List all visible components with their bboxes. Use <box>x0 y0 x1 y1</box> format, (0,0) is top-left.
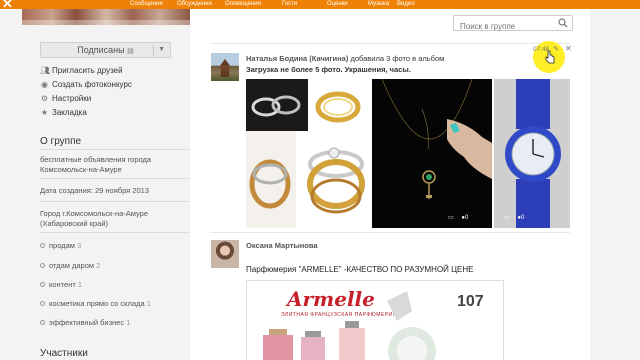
group-cover-image <box>22 9 190 25</box>
rings-image <box>246 79 369 228</box>
button-separator <box>153 45 154 55</box>
nav-music[interactable]: Музыка <box>368 0 389 9</box>
settings-action[interactable]: ⚙ Настройки <box>40 93 91 104</box>
group-sidebar: Подписаны ▤ ▼ 👥︎ Пригласить друзей ◉ Созда… <box>22 25 190 360</box>
divider <box>40 201 190 202</box>
nav-video[interactable]: Видео <box>397 0 415 9</box>
tag-count: 2 <box>96 261 101 270</box>
post-author[interactable]: Оксана Мартынова <box>246 241 318 250</box>
photo-rings[interactable]: ▭ ●0 <box>246 79 369 228</box>
avatar[interactable] <box>211 240 239 268</box>
nav-notifications[interactable]: Оповещения <box>225 0 261 9</box>
group-search[interactable] <box>453 15 573 34</box>
tag-label: отдам даром <box>49 261 95 270</box>
tag-bullet-icon <box>40 301 45 306</box>
tag-count: 1 <box>146 299 151 308</box>
search-input[interactable] <box>454 19 554 34</box>
necklace-image <box>381 79 492 199</box>
about-group-title: О группе <box>40 136 82 147</box>
camera-icon: ◉ <box>41 80 48 89</box>
people-icon: 👥︎ <box>40 66 51 75</box>
like-count: 0 <box>341 215 346 221</box>
group-created-date: Дата создания: 29 ноября 2013 <box>40 186 150 195</box>
action-label: Закладка <box>52 108 87 117</box>
like-count: 0 <box>520 215 525 221</box>
divider <box>40 232 190 233</box>
comment-icon[interactable]: ▭ <box>448 215 454 221</box>
tag-label: продам <box>49 241 75 250</box>
tag-item[interactable]: продам 3 <box>40 241 81 251</box>
invite-friends-action[interactable]: 👥︎ Пригласить друзей <box>40 65 123 76</box>
search-icon[interactable] <box>558 18 568 28</box>
album-caption[interactable]: Загрузка не более 5 фото. Украшения, час… <box>246 65 411 74</box>
tag-bullet-icon <box>40 282 45 287</box>
star-icon: ★ <box>40 108 49 117</box>
group-description: бесплатные объявления города Комсомольск… <box>40 155 152 174</box>
post-action: добавила 3 фото в альбом <box>350 54 445 63</box>
tag-bullet-icon <box>40 263 45 268</box>
photo-stats: ▭ ●0 <box>325 214 345 221</box>
group-location: Город г.Комсомольск-на-Амуре (Хабаровски… <box>40 209 149 228</box>
close-icon[interactable]: ✕ <box>565 44 572 53</box>
post-text: Парфюмерия "ARMELLE" -КАЧЕСТВО ПО РАЗУМН… <box>246 265 474 274</box>
tag-item[interactable]: косметика прямо со склада 1 <box>40 299 151 309</box>
tag-item[interactable]: контент 1 <box>40 280 82 290</box>
photo-stats: ▭ ●0 <box>448 214 468 221</box>
tag-label: косметика прямо со склада <box>49 299 145 308</box>
right-gutter <box>590 9 640 360</box>
tag-label: эффективный бизнес <box>49 318 125 327</box>
ad-image-armelle[interactable]: Armelle ЭЛИТНАЯ ФРАНЦУЗСКАЯ ПАРФЮМЕРИЯ 1… <box>246 280 504 360</box>
gear-icon: ⚙ <box>40 94 49 103</box>
nav-discussions[interactable]: Обсуждения <box>177 0 212 9</box>
feed-divider <box>210 232 570 233</box>
divider <box>40 149 190 150</box>
members-title: Участники <box>40 348 88 359</box>
photo-watch[interactable]: ▭ ●0 <box>494 79 570 228</box>
post-author-line: Оксана Мартынова <box>246 241 318 250</box>
tag-count: 3 <box>77 241 82 250</box>
hand-cursor-icon <box>545 50 555 64</box>
tag-item[interactable]: эффективный бизнес 1 <box>40 318 130 328</box>
avatar[interactable] <box>211 53 239 81</box>
ad-subtitle: ЭЛИТНАЯ ФРАНЦУЗСКАЯ ПАРФЮМЕРИЯ <box>281 312 397 318</box>
photo-necklace[interactable]: ▭ ●0 <box>372 79 492 228</box>
bookmark-action[interactable]: ★ Закладка <box>40 107 87 118</box>
photo-stats: ▭ ●0 <box>504 214 524 221</box>
tag-bullet-icon <box>40 320 45 325</box>
nav-messages[interactable]: Сообщения <box>130 0 163 9</box>
ad-number: 107 <box>457 293 484 310</box>
ok-logo-icon[interactable]: ✕ <box>2 0 13 12</box>
divider <box>40 178 190 179</box>
tag-bullet-icon <box>40 243 45 248</box>
comment-icon[interactable]: ▭ <box>325 215 331 221</box>
chevron-down-icon[interactable]: ▼ <box>158 43 165 57</box>
nav-ratings[interactable]: Оценки <box>327 0 348 9</box>
tag-item[interactable]: отдам даром 2 <box>40 261 100 271</box>
action-label: Создать фотоконкурс <box>52 80 132 89</box>
tag-label: контент <box>49 280 76 289</box>
group-feed: Наталья Бодина (Качигина) добавила 3 фот… <box>190 9 590 360</box>
action-label: Пригласить друзей <box>52 66 123 75</box>
like-count: 0 <box>464 215 469 221</box>
post-author[interactable]: Наталья Бодина (Качигина) <box>246 54 348 63</box>
subscribed-button[interactable]: Подписаны ▤ ▼ <box>40 42 171 58</box>
nav-guests[interactable]: Гости <box>282 0 297 9</box>
watch-image <box>494 79 570 228</box>
create-photo-contest-action[interactable]: ◉ Создать фотоконкурс <box>40 79 132 90</box>
comment-icon[interactable]: ▭ <box>504 215 510 221</box>
ad-brand: Armelle <box>287 287 375 311</box>
tag-count: 1 <box>126 318 131 327</box>
tag-count: 1 <box>77 280 83 289</box>
top-nav-bar: ✕ Сообщения Обсуждения Оповещения Гости … <box>0 0 640 12</box>
subscribed-label: Подписаны <box>77 45 125 55</box>
post-author-line: Наталья Бодина (Качигина) добавила 3 фот… <box>246 54 444 63</box>
action-label: Настройки <box>52 94 92 103</box>
feed-divider <box>210 43 570 44</box>
